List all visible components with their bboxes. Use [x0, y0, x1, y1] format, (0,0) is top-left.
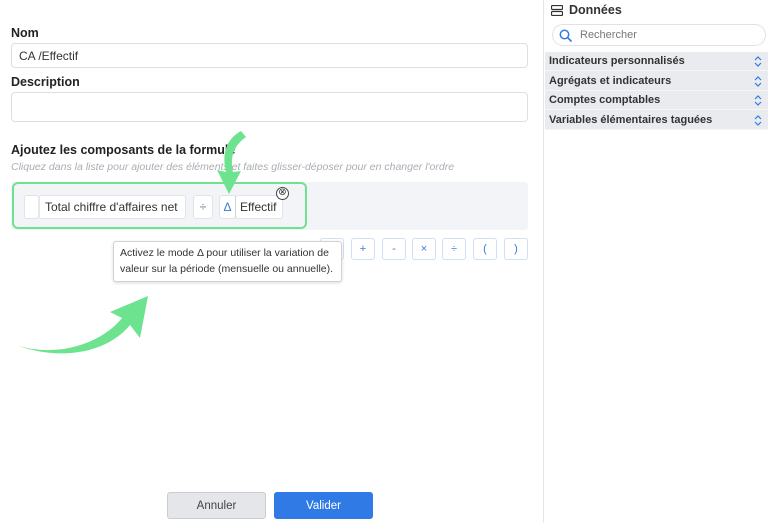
- formula-item-effectif[interactable]: Effectif: [235, 195, 283, 219]
- data-panel: Données Indicateurs personnalisés Agréga…: [543, 0, 768, 523]
- nom-label: Nom: [11, 26, 39, 40]
- panel-title: Données: [551, 3, 622, 17]
- formula-item-chiffre-affaires[interactable]: Total chiffre d'affaires net: [38, 195, 186, 219]
- formula-drag-handle[interactable]: [24, 195, 39, 219]
- panel-title-text: Données: [569, 3, 622, 17]
- section-comptes-comptables[interactable]: Comptes comptables: [545, 91, 768, 110]
- components-help: Cliquez dans la liste pour ajouter des é…: [11, 161, 455, 173]
- operator-button-open-paren[interactable]: (: [473, 238, 497, 260]
- database-icon: [551, 4, 563, 16]
- annotation-arrow-bottom-icon: [16, 296, 148, 354]
- delta-tooltip: Activez le mode Δ pour utiliser la varia…: [113, 241, 342, 282]
- submit-button[interactable]: Valider: [274, 492, 373, 519]
- operator-button-divide[interactable]: ÷: [442, 238, 466, 260]
- operator-button-multiply[interactable]: ×: [412, 238, 436, 260]
- expand-chevron-icon: [754, 56, 762, 67]
- sections-list: Indicateurs personnalisés Agrégats et in…: [545, 52, 768, 130]
- expand-chevron-icon: [754, 114, 762, 126]
- section-variables-elementaires[interactable]: Variables élémentaires taguées: [545, 110, 768, 130]
- description-label: Description: [11, 75, 80, 89]
- section-label: Comptes comptables: [549, 94, 661, 106]
- operator-button-minus[interactable]: -: [382, 238, 406, 260]
- remove-item-icon[interactable]: ⊗: [276, 187, 289, 200]
- section-label: Agrégats et indicateurs: [549, 74, 672, 87]
- search-box[interactable]: [552, 24, 766, 46]
- components-label: Ajoutez les composants de la formule: [11, 143, 236, 157]
- formula-form: Nom CA /Effectif Description Ajoutez les…: [0, 0, 543, 523]
- formula-operator-divide[interactable]: ÷: [193, 195, 213, 219]
- section-agregats-indicateurs[interactable]: Agrégats et indicateurs: [545, 71, 768, 91]
- search-input[interactable]: [580, 29, 750, 41]
- expand-chevron-icon: [754, 95, 762, 106]
- operator-button-close-paren[interactable]: ): [504, 238, 528, 260]
- nom-input[interactable]: CA /Effectif: [11, 43, 528, 68]
- search-icon: [559, 29, 572, 42]
- section-indicateurs-personnalises[interactable]: Indicateurs personnalisés: [545, 52, 768, 71]
- operator-button-plus[interactable]: +: [351, 238, 375, 260]
- section-label: Variables élémentaires taguées: [549, 113, 713, 126]
- description-input[interactable]: [11, 92, 528, 122]
- section-label: Indicateurs personnalisés: [549, 55, 685, 67]
- delta-toggle-button[interactable]: Δ: [219, 195, 236, 219]
- cancel-button[interactable]: Annuler: [167, 492, 266, 519]
- expand-chevron-icon: [754, 75, 762, 87]
